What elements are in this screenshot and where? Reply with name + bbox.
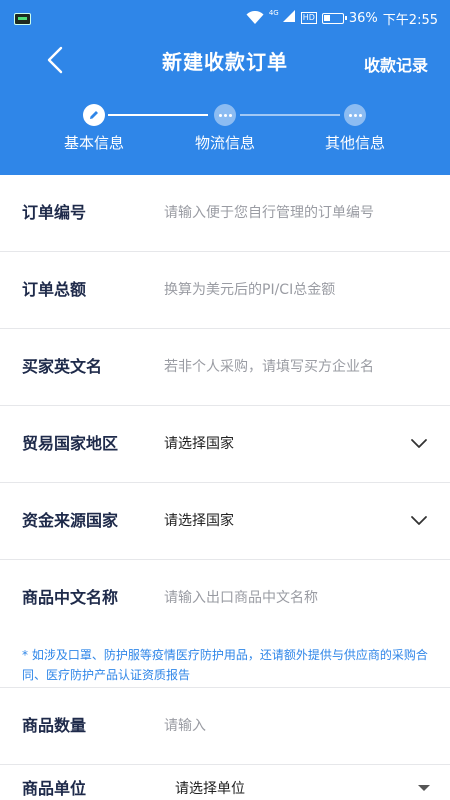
step-2-indicator[interactable] xyxy=(214,104,236,126)
buyer-name-input[interactable]: 若非个人采购，请填写买方企业名 xyxy=(164,329,374,405)
trade-country-select[interactable]: 请选择国家 xyxy=(164,406,234,482)
trade-country-row[interactable]: 贸易国家地区 请选择国家 xyxy=(0,406,450,483)
product-cn-name-label: 商品中文名称 xyxy=(22,588,119,607)
fund-country-label: 资金来源国家 xyxy=(22,511,119,530)
unit-row[interactable]: 商品单位 请选择单位 xyxy=(0,765,450,800)
product-cn-name-input[interactable]: 请输入出口商品中文名称 xyxy=(164,560,318,636)
battery-percent: 36% xyxy=(348,10,378,26)
pencil-icon xyxy=(88,106,100,125)
app-notification-icon xyxy=(14,13,31,25)
status-bar: 4G HD 36% 下午2:55 xyxy=(0,0,450,36)
order-total-label: 订单总额 xyxy=(22,280,87,299)
order-number-input[interactable]: 请输入便于您自行管理的订单编号 xyxy=(164,175,374,251)
order-total-row[interactable]: 订单总额 换算为美元后的PI/CI总金额 xyxy=(0,252,450,329)
buyer-name-label: 买家英文名 xyxy=(22,357,103,376)
wifi-icon xyxy=(246,10,264,25)
fund-country-select[interactable]: 请选择国家 xyxy=(164,483,234,559)
trade-country-label: 贸易国家地区 xyxy=(22,434,119,453)
medical-supplies-notice: * 如涉及口罩、防护服等疫情医疗防护用品，还请额外提供与供应商的采购合同、医疗防… xyxy=(0,637,450,688)
quantity-label: 商品数量 xyxy=(22,716,87,735)
order-number-row[interactable]: 订单编号 请输入便于您自行管理的订单编号 xyxy=(0,175,450,252)
status-indicators: 4G HD 36% 下午2:55 xyxy=(246,8,438,28)
buyer-name-row[interactable]: 买家英文名 若非个人采购，请填写买方企业名 xyxy=(0,329,450,406)
step-connector-2 xyxy=(240,114,340,116)
quantity-row[interactable]: 商品数量 请输入 xyxy=(0,688,450,765)
step-1-label: 基本信息 xyxy=(63,134,124,152)
step-3-indicator[interactable] xyxy=(344,104,366,126)
step-1-indicator[interactable] xyxy=(83,104,105,126)
quantity-input[interactable]: 请输入 xyxy=(164,688,206,764)
fund-country-row[interactable]: 资金来源国家 请选择国家 xyxy=(0,483,450,560)
order-number-label: 订单编号 xyxy=(22,203,87,222)
order-total-input[interactable]: 换算为美元后的PI/CI总金额 xyxy=(164,252,335,328)
clock-time: 下午2:55 xyxy=(382,12,438,28)
hd-badge: HD xyxy=(300,12,317,24)
unit-label: 商品单位 xyxy=(22,779,87,798)
signal-icon xyxy=(282,9,296,27)
app-header: 4G HD 36% 下午2:55 新建收款订单 收款记录 基本信息 物流信息 其… xyxy=(0,0,450,175)
unit-select[interactable]: 请选择单位 xyxy=(175,765,245,800)
chevron-down-icon[interactable] xyxy=(410,436,428,450)
progress-stepper: 基本信息 物流信息 其他信息 xyxy=(0,100,450,160)
chevron-down-icon[interactable] xyxy=(410,513,428,527)
battery-icon xyxy=(321,12,347,24)
order-form: 订单编号 请输入便于您自行管理的订单编号 订单总额 换算为美元后的PI/CI总金… xyxy=(0,175,450,800)
more-dots-icon xyxy=(218,113,232,117)
product-cn-name-row[interactable]: 商品中文名称 请输入出口商品中文名称 xyxy=(0,560,450,637)
more-dots-icon xyxy=(348,113,362,117)
step-2-label: 物流信息 xyxy=(194,134,255,152)
network-type-label: 4G xyxy=(268,9,279,17)
collection-records-link[interactable]: 收款记录 xyxy=(364,52,428,76)
caret-down-icon[interactable] xyxy=(418,785,430,791)
step-connector-1 xyxy=(108,114,208,116)
step-3-label: 其他信息 xyxy=(324,134,385,152)
